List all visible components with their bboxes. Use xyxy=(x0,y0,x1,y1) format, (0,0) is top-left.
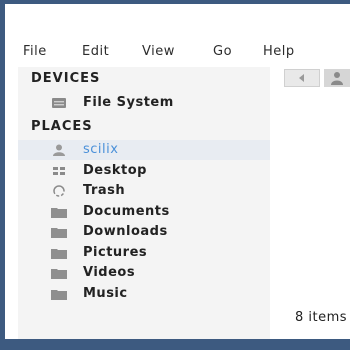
side-pane: DEVICES File System PLACES scilix Deskto… xyxy=(18,67,270,339)
sidebar-item-label: File System xyxy=(83,95,174,110)
devices-heading: DEVICES xyxy=(31,71,101,86)
trash-icon xyxy=(53,185,65,197)
folder-icon xyxy=(51,290,67,300)
sidebar-item-music[interactable]: Music xyxy=(18,284,270,304)
sidebar-item-label: Videos xyxy=(83,265,136,280)
user-home-icon xyxy=(53,144,65,156)
sidebar-item-pictures[interactable]: Pictures xyxy=(18,243,270,263)
sidebar-item-label: Music xyxy=(83,286,128,301)
sidebar-item-desktop[interactable]: Desktop xyxy=(18,161,270,181)
menu-help[interactable]: Help xyxy=(263,44,295,59)
folder-icon xyxy=(51,269,67,279)
file-manager-window: File Edit View Go Help DEVICES File Syst… xyxy=(5,4,350,339)
sidebar-item-videos[interactable]: Videos xyxy=(18,263,270,283)
folder-icon xyxy=(51,208,67,218)
sidebar-item-label: Documents xyxy=(83,204,170,219)
menu-bar: File Edit View Go Help xyxy=(5,37,350,67)
sidebar-item-label: Downloads xyxy=(83,224,168,239)
sidebar-item-downloads[interactable]: Downloads xyxy=(18,222,270,242)
path-bar xyxy=(284,69,350,89)
file-view: 8 items xyxy=(270,67,350,339)
menu-go[interactable]: Go xyxy=(213,44,232,59)
menu-view[interactable]: View xyxy=(142,44,175,59)
home-crumb-button[interactable] xyxy=(324,69,350,87)
sidebar-item-scilix[interactable]: scilix xyxy=(18,140,270,160)
folder-icon xyxy=(51,249,67,259)
desktop-icon xyxy=(53,167,65,175)
left-arrow-icon xyxy=(299,74,304,82)
sidebar-item-label: Desktop xyxy=(83,163,147,178)
sidebar-item-documents[interactable]: Documents xyxy=(18,202,270,222)
sidebar-item-label: scilix xyxy=(83,142,119,157)
status-item-count: 8 items xyxy=(295,310,348,325)
user-home-icon xyxy=(331,72,343,85)
sidebar-item-trash[interactable]: Trash xyxy=(18,181,270,201)
drive-icon xyxy=(52,98,66,108)
back-button[interactable] xyxy=(284,69,320,87)
sidebar-item-label: Pictures xyxy=(83,245,148,260)
sidebar-item-file-system[interactable]: File System xyxy=(18,93,270,113)
places-heading: PLACES xyxy=(31,119,93,134)
sidebar-item-label: Trash xyxy=(83,183,126,198)
menu-file[interactable]: File xyxy=(23,44,47,59)
folder-icon xyxy=(51,228,67,238)
menu-edit[interactable]: Edit xyxy=(82,44,109,59)
